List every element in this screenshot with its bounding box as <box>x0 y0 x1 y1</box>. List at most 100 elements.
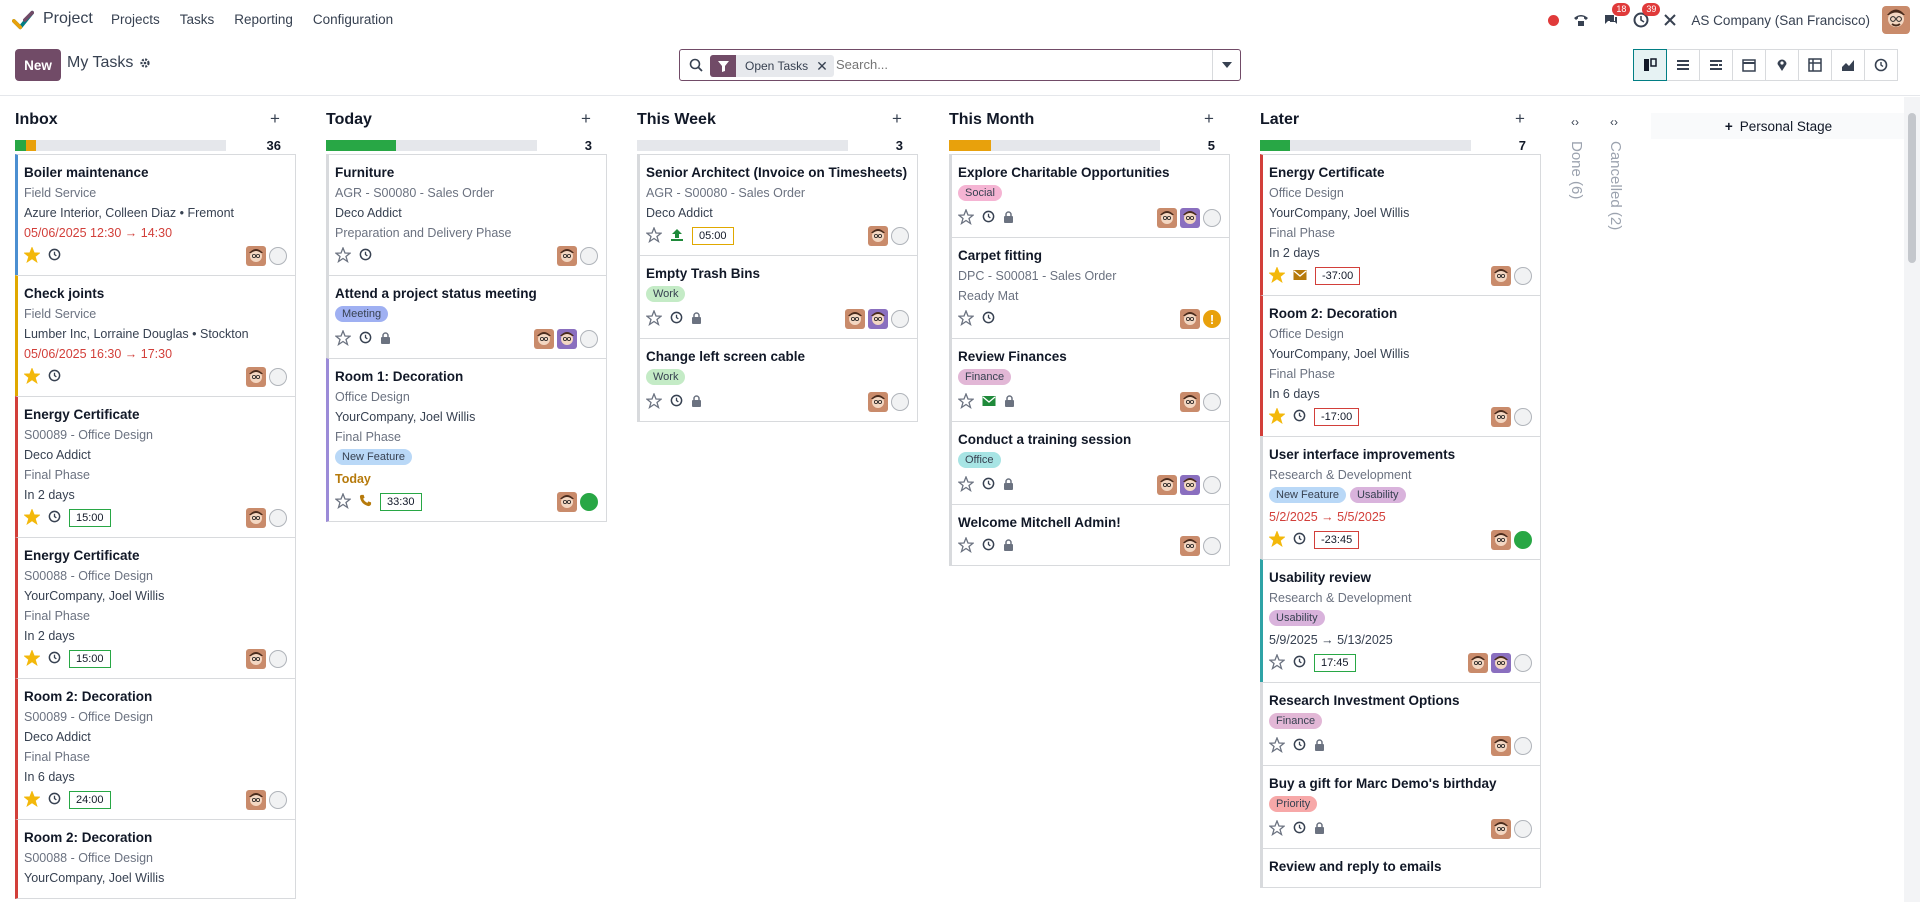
assignee-avatar[interactable] <box>557 329 577 349</box>
status-circle-icon[interactable] <box>891 310 909 328</box>
status-circle-icon[interactable] <box>580 330 598 348</box>
upload-icon[interactable] <box>670 228 684 245</box>
progress-segment[interactable] <box>25 140 37 151</box>
assignee-avatar[interactable] <box>557 492 577 512</box>
expand-column-icon[interactable]: ‹› <box>1571 115 1579 129</box>
status-circle-icon[interactable] <box>1203 393 1221 411</box>
clock-icon[interactable] <box>1293 738 1306 754</box>
priority-star-icon[interactable] <box>1268 818 1286 839</box>
task-card[interactable]: Room 2: Decoration S00088 - Office Design… <box>15 819 296 899</box>
mail-icon[interactable] <box>982 395 996 410</box>
assignee-avatar[interactable] <box>1468 653 1488 673</box>
task-card[interactable]: Energy Certificate S00088 - Office Design… <box>15 537 296 679</box>
assignee-avatar[interactable] <box>1180 536 1200 556</box>
assignee-avatar[interactable] <box>1491 530 1511 550</box>
quick-create-icon[interactable]: + <box>269 109 281 129</box>
priority-star-icon[interactable] <box>1268 652 1286 673</box>
progress-segment[interactable] <box>949 140 992 151</box>
task-card[interactable]: Carpet fitting DPC - S00081 - Sales Order… <box>949 237 1230 339</box>
status-circle-icon[interactable] <box>1203 209 1221 227</box>
phone-icon[interactable] <box>359 494 372 510</box>
status-circle-icon[interactable] <box>269 509 287 527</box>
activity-clock-view-button[interactable] <box>1864 49 1898 81</box>
task-card[interactable]: User interface improvements Research & De… <box>1260 436 1541 560</box>
status-circle-icon[interactable] <box>1203 537 1221 555</box>
clock-icon[interactable] <box>48 651 61 667</box>
clock-icon[interactable] <box>982 210 995 226</box>
assignee-avatar[interactable] <box>534 329 554 349</box>
task-card[interactable]: Energy Certificate S00089 - Office Design… <box>15 396 296 538</box>
task-card[interactable]: Senior Architect (Invoice on Timesheets)… <box>637 154 918 256</box>
task-card[interactable]: Research Investment Options Finance <box>1260 682 1541 766</box>
expand-column-icon[interactable]: ‹› <box>1610 115 1618 129</box>
assignee-avatar[interactable] <box>1180 475 1200 495</box>
menu-reporting[interactable]: Reporting <box>234 12 293 27</box>
clock-icon[interactable] <box>48 369 61 385</box>
column-title[interactable]: Later <box>1260 111 1299 129</box>
clock-icon[interactable] <box>670 311 683 327</box>
assignee-avatar[interactable] <box>1180 392 1200 412</box>
activity-view-button[interactable] <box>1699 49 1733 81</box>
scrollbar-thumb[interactable] <box>1908 113 1916 263</box>
status-circle-icon[interactable] <box>1514 737 1532 755</box>
recording-indicator[interactable] <box>1548 14 1560 26</box>
task-card[interactable]: Explore Charitable Opportunities Social <box>949 154 1230 238</box>
status-circle-icon[interactable] <box>1514 820 1532 838</box>
task-card[interactable]: Conduct a training session Office <box>949 421 1230 505</box>
clock-icon[interactable] <box>982 538 995 554</box>
column-title[interactable]: This Month <box>949 111 1034 129</box>
assignee-avatar[interactable] <box>868 392 888 412</box>
messages-tray[interactable]: 18 <box>1603 3 1631 28</box>
assignee-avatar[interactable] <box>246 367 266 387</box>
assignee-avatar[interactable] <box>246 246 266 266</box>
status-circle-icon[interactable] <box>269 368 287 386</box>
status-circle-icon[interactable] <box>1203 476 1221 494</box>
gear-icon[interactable] <box>139 57 151 69</box>
status-done-icon[interactable] <box>1514 531 1532 549</box>
priority-star-icon[interactable] <box>1268 265 1286 286</box>
clock-icon[interactable] <box>1293 409 1306 425</box>
user-avatar[interactable] <box>1882 6 1910 34</box>
pivot-view-button[interactable] <box>1798 49 1832 81</box>
task-card[interactable]: Review and reply to emails <box>1260 848 1541 888</box>
map-view-button[interactable] <box>1765 49 1799 81</box>
task-card[interactable]: Buy a gift for Marc Demo's birthday Prior… <box>1260 765 1541 849</box>
priority-star-icon[interactable] <box>23 789 41 810</box>
clock-icon[interactable] <box>982 311 995 327</box>
task-card[interactable]: Empty Trash Bins Work <box>637 255 918 339</box>
priority-star-icon[interactable] <box>645 225 663 246</box>
assignee-avatar[interactable] <box>246 790 266 810</box>
task-card[interactable]: Change left screen cable Work <box>637 338 918 422</box>
priority-star-icon[interactable] <box>957 207 975 228</box>
assignee-avatar[interactable] <box>1180 208 1200 228</box>
kanban-view-button[interactable] <box>1633 49 1667 81</box>
clock-icon[interactable] <box>1293 821 1306 837</box>
status-done-icon[interactable] <box>580 493 598 511</box>
folded-column-done[interactable]: ‹› Done (6) <box>1559 97 1597 902</box>
assignee-avatar[interactable] <box>557 246 577 266</box>
calendar-view-button[interactable] <box>1732 49 1766 81</box>
phone-tray[interactable] <box>1573 12 1589 28</box>
task-card[interactable]: Welcome Mitchell Admin! <box>949 504 1230 566</box>
clock-icon[interactable] <box>982 477 995 493</box>
status-circle-icon[interactable] <box>891 393 909 411</box>
priority-star-icon[interactable] <box>957 535 975 556</box>
task-card[interactable]: Room 2: Decoration S00089 - Office Design… <box>15 678 296 820</box>
task-card[interactable]: Furniture AGR - S00080 - Sales Order Deco … <box>326 154 607 276</box>
search-options-toggle[interactable] <box>1212 50 1240 80</box>
task-card[interactable]: Room 1: Decoration Office Design YourCompa… <box>326 358 607 522</box>
status-circle-icon[interactable] <box>1514 654 1532 672</box>
assignee-avatar[interactable] <box>868 309 888 329</box>
column-title[interactable]: This Week <box>637 111 716 129</box>
priority-star-icon[interactable] <box>957 474 975 495</box>
priority-star-icon[interactable] <box>23 648 41 669</box>
status-circle-icon[interactable] <box>269 791 287 809</box>
task-card[interactable]: Attend a project status meeting Meeting <box>326 275 607 359</box>
column-title[interactable]: Inbox <box>15 111 58 129</box>
assignee-avatar[interactable] <box>1491 736 1511 756</box>
assignee-avatar[interactable] <box>868 226 888 246</box>
assignee-avatar[interactable] <box>1491 819 1511 839</box>
priority-star-icon[interactable] <box>23 507 41 528</box>
quick-create-icon[interactable]: + <box>1514 109 1526 129</box>
search-input[interactable] <box>836 57 1206 72</box>
